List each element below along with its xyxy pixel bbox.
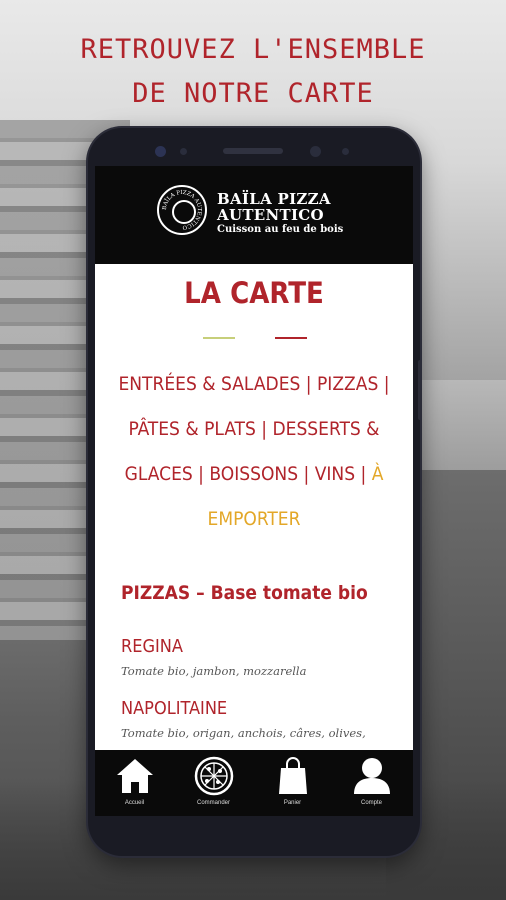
title-divider-right xyxy=(275,337,307,339)
menu-item-name[interactable]: REGINA xyxy=(121,636,183,657)
headline-line-1: RETROUVEZ L'ENSEMBLE xyxy=(80,34,426,65)
category-links: ENTRÉES & SALADES | PIZZAS | PÂTES & PLA… xyxy=(118,373,390,530)
tab-label: Compte xyxy=(360,800,382,806)
tab-label: Panier xyxy=(283,800,302,806)
home-icon xyxy=(117,759,153,793)
phone-speaker xyxy=(223,148,283,154)
bottom-tab-bar: Accueil Commander Panier Compte xyxy=(95,750,413,816)
menu-item-name[interactable]: NAPOLITAINE xyxy=(121,698,227,719)
seal-text: BAÏLA PIZZA AUTENTICO xyxy=(162,190,202,230)
promo-headline: RETROUVEZ L'ENSEMBLE DE NOTRE CARTE xyxy=(0,28,506,116)
app-header: BAÏLA PIZZA AUTENTICO BAÏLA PIZZA AUTENT… xyxy=(95,166,413,264)
tab-compte[interactable]: Compte xyxy=(332,750,411,816)
svg-text:BAÏLA PIZZA AUTENTICO: BAÏLA PIZZA AUTENTICO xyxy=(162,190,202,230)
menu-item-description: Tomate bio, jambon, mozzarella xyxy=(121,664,307,678)
phone-camera xyxy=(155,146,166,157)
title-divider-left xyxy=(203,337,235,339)
user-icon xyxy=(354,758,390,794)
brand-seal-logo: BAÏLA PIZZA AUTENTICO xyxy=(157,185,207,235)
shopping-bag-icon xyxy=(279,757,307,794)
tab-commander[interactable]: Commander xyxy=(174,750,253,816)
section-title: PIZZAS – Base tomate bio xyxy=(121,582,368,604)
tab-panier[interactable]: Panier xyxy=(253,750,332,816)
category-link-pizzas[interactable]: PIZZAS xyxy=(317,373,378,395)
tab-label: Commander xyxy=(196,800,230,806)
category-link-boissons[interactable]: BOISSONS xyxy=(209,463,298,485)
category-link-pates[interactable]: PÂTES & PLATS xyxy=(129,418,256,440)
headline-line-2: DE NOTRE CARTE xyxy=(132,78,374,109)
tab-label: Accueil xyxy=(124,800,145,806)
phone-frame: BAÏLA PIZZA AUTENTICO BAÏLA PIZZA AUTENT… xyxy=(88,128,422,856)
phone-sensor xyxy=(180,148,187,155)
phone-front-camera xyxy=(310,146,321,157)
menu-item-description: Tomate bio, origan, anchois, câres, oliv… xyxy=(121,726,366,740)
phone-sensor-2 xyxy=(342,148,349,155)
category-link-entrees[interactable]: ENTRÉES & SALADES xyxy=(118,373,300,395)
tab-accueil[interactable]: Accueil xyxy=(95,750,174,816)
app-screen: BAÏLA PIZZA AUTENTICO BAÏLA PIZZA AUTENT… xyxy=(95,166,413,816)
brand-name-line-2: AUTENTICO xyxy=(217,206,324,224)
brand-tagline: Cuisson au feu de bois xyxy=(217,224,344,235)
pizza-icon xyxy=(194,756,234,796)
category-link-vins[interactable]: VINS xyxy=(315,463,355,485)
page-title: LA CARTE xyxy=(184,276,324,310)
phone-side-button xyxy=(418,360,422,420)
menu-content[interactable]: LA CARTE ENTRÉES & SALADES | PIZZAS | PÂ… xyxy=(95,264,413,750)
